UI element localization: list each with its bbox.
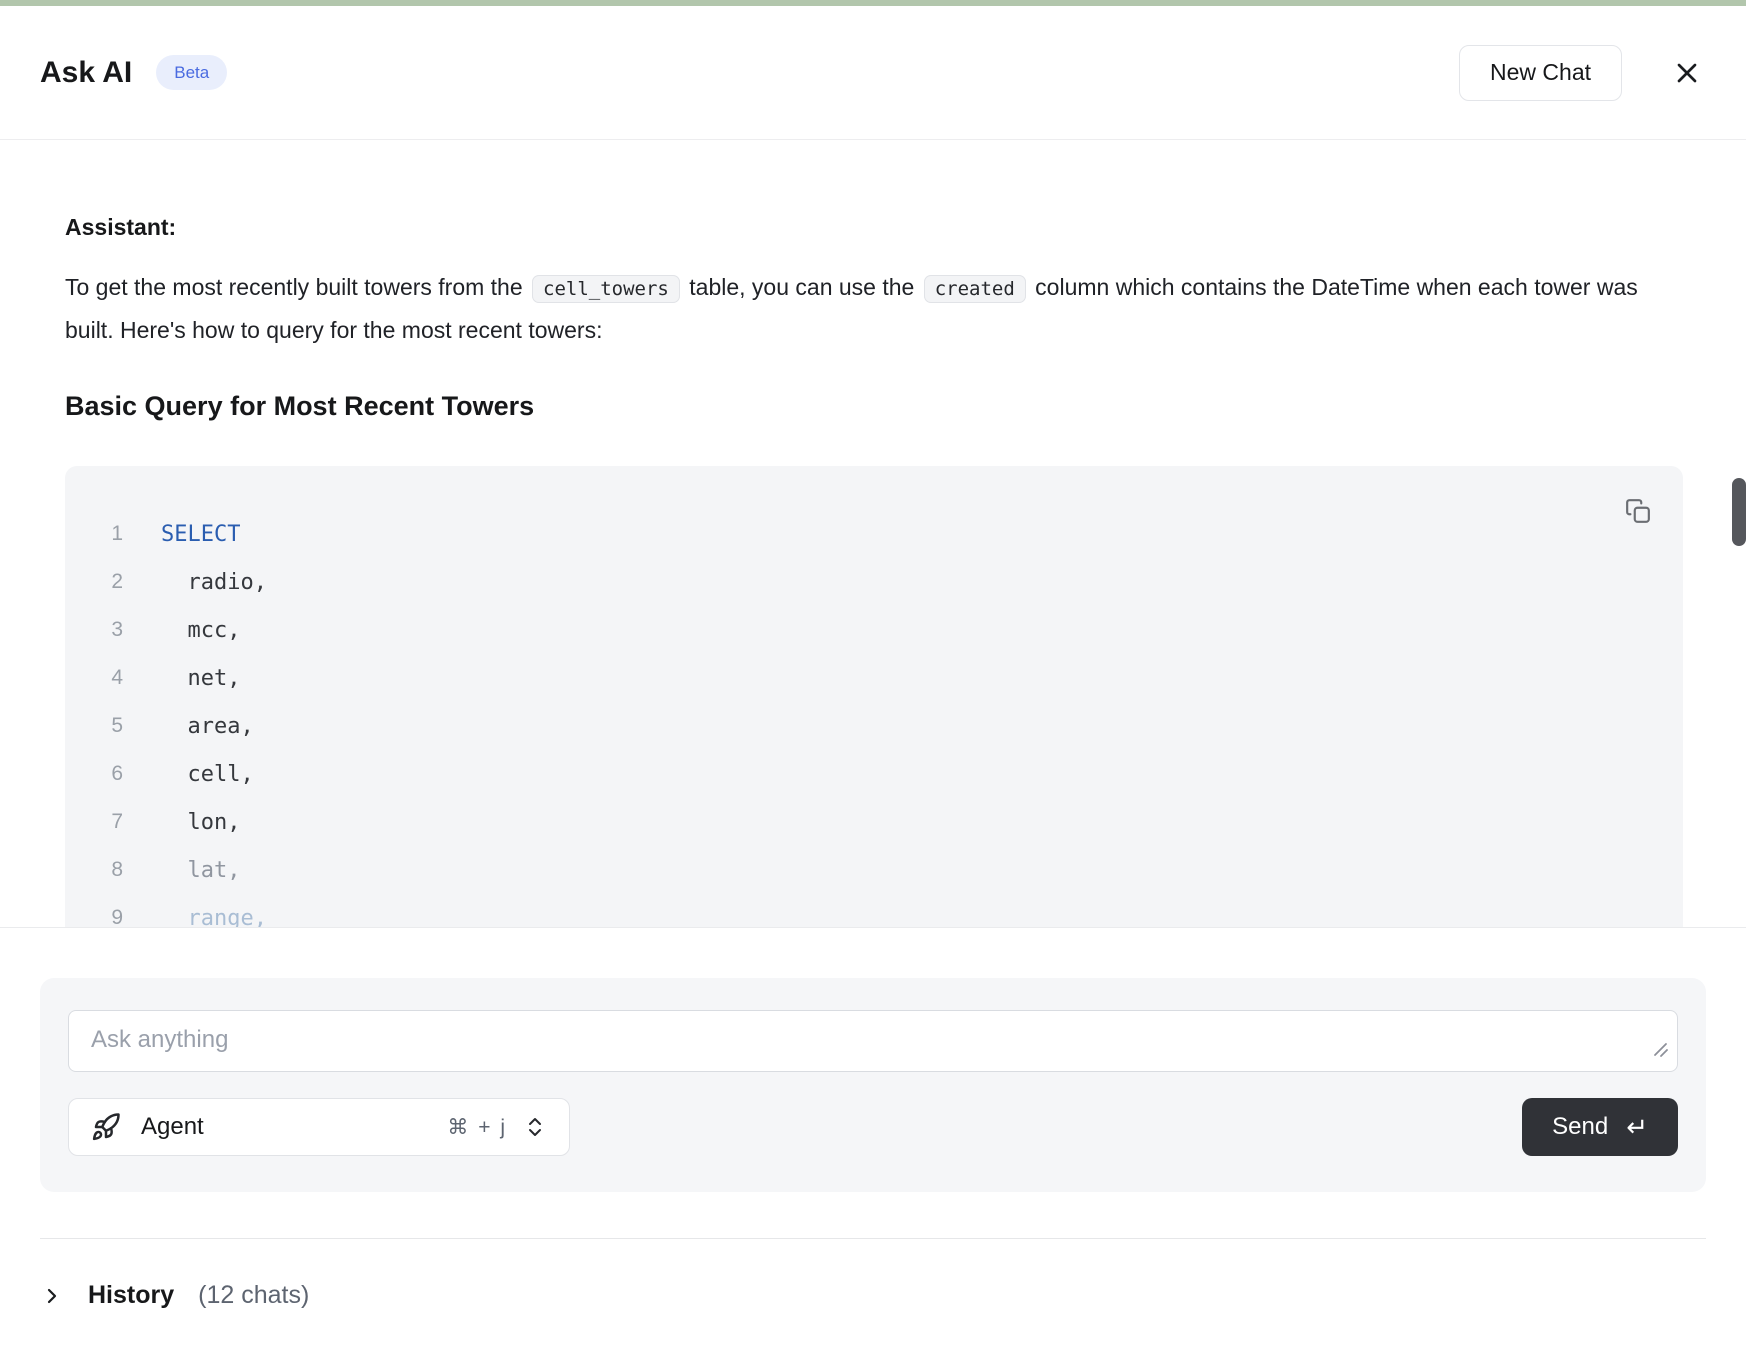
scrollbar-thumb[interactable] xyxy=(1732,478,1746,546)
code-line-number: 8 xyxy=(65,858,123,882)
composer-controls-row: Agent ⌘ + j Send ↵ xyxy=(68,1098,1678,1156)
mode-selector[interactable]: Agent ⌘ + j xyxy=(68,1098,570,1156)
code-line-text: lat, xyxy=(161,858,240,883)
code-line-text: area, xyxy=(161,714,254,739)
panel-header: Ask AI Beta New Chat xyxy=(0,6,1746,140)
history-divider xyxy=(40,1238,1706,1239)
code-lines: 1SELECT2 radio,3 mcc,4 net,5 area,6 cell… xyxy=(65,510,1683,928)
code-line-number: 6 xyxy=(65,762,123,786)
code-line-number: 2 xyxy=(65,570,123,594)
code-line-text: cell, xyxy=(161,762,254,787)
code-line-text: radio, xyxy=(161,570,267,595)
code-line: 9 range, xyxy=(65,894,1683,928)
code-line: 3 mcc, xyxy=(65,606,1683,654)
mode-shortcut: ⌘ + j xyxy=(447,1115,507,1140)
inline-code-chip: created xyxy=(924,275,1026,303)
ask-anything-input[interactable] xyxy=(68,1010,1678,1072)
copy-code-button[interactable] xyxy=(1621,494,1655,528)
chevron-up-down-icon xyxy=(523,1115,547,1139)
history-count: (12 chats) xyxy=(198,1281,309,1310)
chat-messages-area: Assistant: To get the most recently buil… xyxy=(0,140,1746,928)
rocket-icon xyxy=(91,1112,121,1142)
code-line-number: 4 xyxy=(65,666,123,690)
history-toggle[interactable]: History (12 chats) xyxy=(40,1281,1706,1310)
message-section-heading: Basic Query for Most Recent Towers xyxy=(65,391,1683,422)
inline-code-chip: cell_towers xyxy=(532,275,680,303)
code-line-text: SELECT xyxy=(161,522,240,547)
assistant-role-label: Assistant: xyxy=(65,214,1683,241)
code-line-number: 5 xyxy=(65,714,123,738)
code-line: 1 SELECT xyxy=(65,510,1683,558)
beta-badge: Beta xyxy=(156,55,227,90)
code-line-number: 7 xyxy=(65,810,123,834)
text-segment: To get the most recently built towers fr… xyxy=(65,274,529,300)
composer-input-wrap xyxy=(68,1010,1678,1072)
code-line-text: net, xyxy=(161,666,240,691)
code-line: 2 radio, xyxy=(65,558,1683,606)
code-line-number: 9 xyxy=(65,906,123,928)
code-line: 6 cell, xyxy=(65,750,1683,798)
code-line-number: 1 xyxy=(65,522,123,546)
mode-label: Agent xyxy=(141,1113,204,1141)
composer-panel: Agent ⌘ + j Send ↵ xyxy=(40,978,1706,1192)
send-button[interactable]: Send ↵ xyxy=(1522,1098,1678,1156)
code-line: 4 net, xyxy=(65,654,1683,702)
code-line: 7 lon, xyxy=(65,798,1683,846)
text-segment: table, you can use the xyxy=(683,274,921,300)
copy-icon xyxy=(1625,498,1651,524)
panel-title: Ask AI xyxy=(40,56,132,90)
code-line: 5 area, xyxy=(65,702,1683,750)
chevron-right-icon xyxy=(40,1284,64,1308)
close-button[interactable] xyxy=(1668,54,1706,92)
code-line-number: 3 xyxy=(65,618,123,642)
code-line-text: mcc, xyxy=(161,618,240,643)
code-line-text: range, xyxy=(161,906,267,929)
sql-code-block: 1SELECT2 radio,3 mcc,4 net,5 area,6 cell… xyxy=(65,466,1683,928)
code-line: 8 lat, xyxy=(65,846,1683,894)
assistant-message-text: To get the most recently built towers fr… xyxy=(65,267,1683,351)
close-icon xyxy=(1671,57,1703,89)
new-chat-button[interactable]: New Chat xyxy=(1459,45,1622,101)
send-label: Send xyxy=(1552,1113,1608,1141)
code-line-text: lon, xyxy=(161,810,240,835)
enter-key-icon: ↵ xyxy=(1626,1114,1648,1140)
history-label: History xyxy=(88,1281,174,1310)
